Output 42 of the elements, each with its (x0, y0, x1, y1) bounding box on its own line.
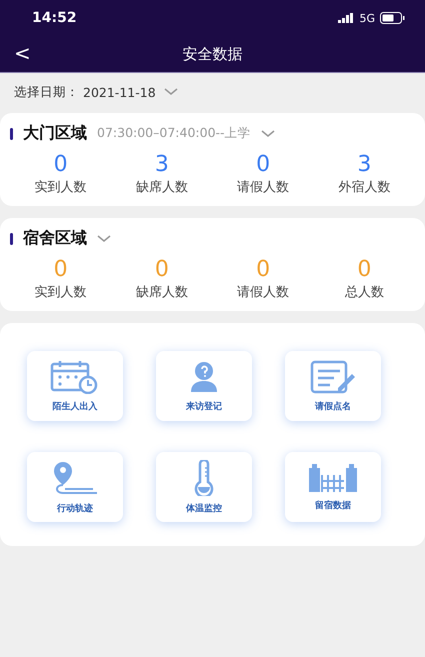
area-title: 宿舍区域 (23, 228, 87, 249)
stat-value: 0 (54, 152, 68, 178)
status-time: 14:52 (32, 10, 77, 26)
stat-value: 0 (154, 257, 169, 283)
function-tile[interactable]: 陌生人出入 (27, 351, 123, 421)
location-path-icon (51, 460, 99, 496)
calendar-clock-icon (50, 360, 100, 394)
stat-label: 缺席人数 (136, 284, 188, 301)
stat-label: 实到人数 (34, 179, 87, 196)
stat-value: 0 (357, 257, 372, 283)
stat-value: 0 (54, 257, 68, 283)
page-title: 安全数据 (182, 44, 242, 64)
function-tile[interactable]: 来访登记 (156, 351, 252, 421)
stat-value: 3 (154, 152, 169, 178)
stat-label: 请假人数 (237, 179, 290, 196)
title-marker (10, 128, 13, 140)
signal-icon (338, 13, 354, 23)
area-title: 大门区域 (23, 123, 87, 144)
function-tile[interactable]: 留宿数据 (285, 452, 381, 522)
function-tile[interactable]: 请假点名 (285, 351, 381, 421)
thermometer-icon (194, 460, 214, 496)
stat-label: 请假人数 (237, 284, 290, 301)
date-value[interactable]: 2021-11-18 (83, 84, 156, 100)
battery-icon (380, 12, 405, 24)
stat-label: 总人数 (344, 284, 384, 301)
chevron-down-icon[interactable] (260, 130, 275, 138)
date-label: 选择日期： (14, 84, 79, 100)
back-button[interactable]: < (10, 41, 35, 65)
stat-label: 缺席人数 (136, 179, 188, 196)
edit-form-icon (310, 360, 356, 394)
chevron-down-icon[interactable] (97, 234, 111, 242)
stat-value: 0 (256, 257, 270, 283)
gate-icon (308, 462, 358, 492)
function-tile[interactable]: 行动轨迹 (27, 452, 123, 522)
network-label: 5G (359, 12, 375, 24)
stat-value: 3 (357, 152, 372, 178)
stat-label: 外宿人数 (338, 179, 390, 196)
chevron-down-icon[interactable] (164, 88, 178, 96)
title-marker (10, 232, 13, 244)
function-tile[interactable]: 体温监控 (156, 452, 252, 522)
stat-label: 实到人数 (34, 284, 87, 301)
stat-value: 0 (256, 152, 270, 178)
